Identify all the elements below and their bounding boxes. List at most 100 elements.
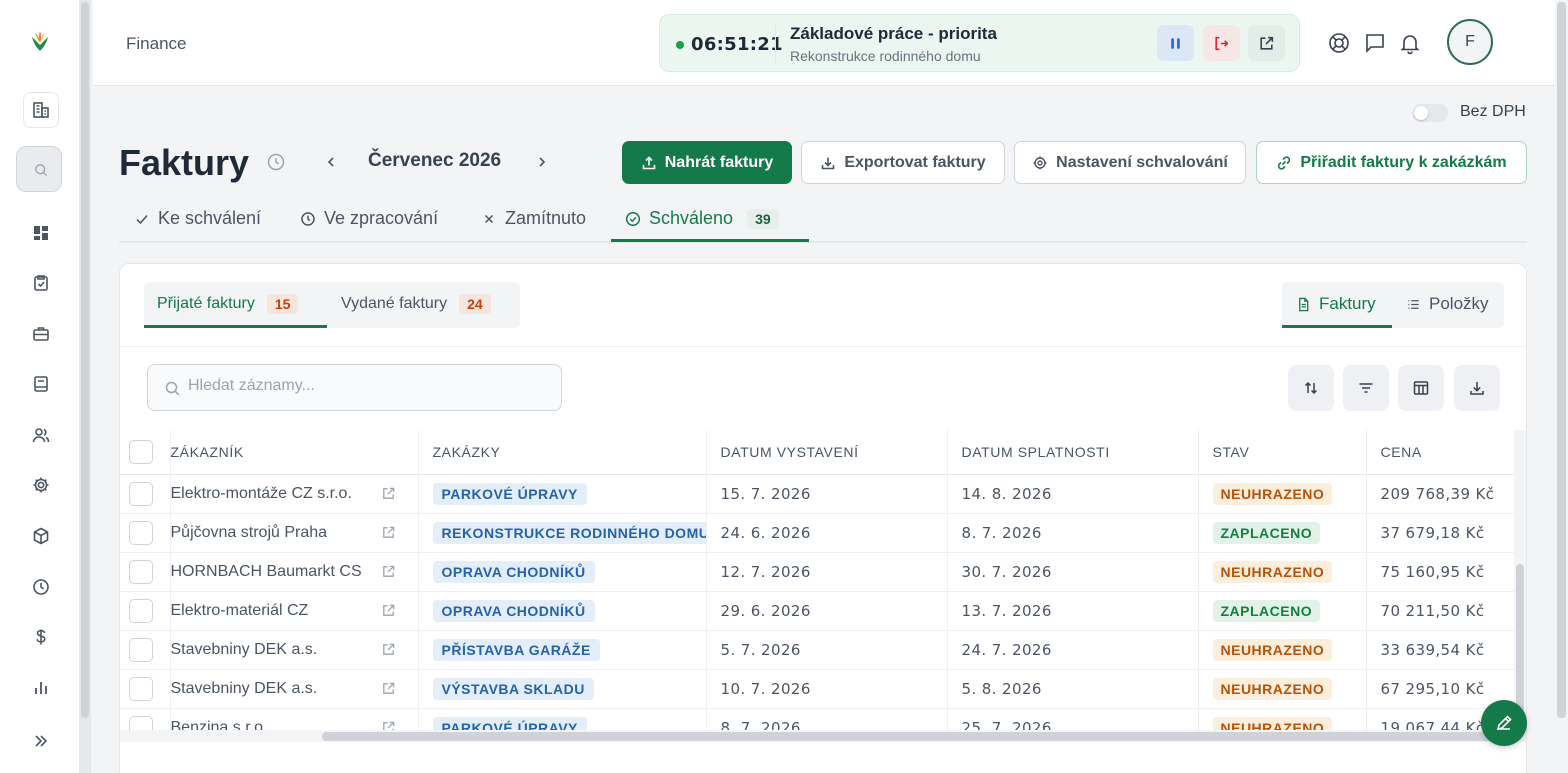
job-tag[interactable]: VÝSTAVBA SKLADU — [432, 677, 594, 700]
view-tabs: Faktury Položky — [1282, 282, 1504, 328]
job-tag[interactable]: OPRAVA CHODNÍKŮ — [432, 560, 595, 583]
table-vertical-scrollbar[interactable] — [1514, 430, 1526, 734]
prev-month-button[interactable] — [321, 152, 341, 172]
timer-open-button[interactable] — [1248, 25, 1285, 61]
subtab-label: Přijaté faktury — [157, 295, 255, 312]
tab-zamitnuto[interactable]: Zamítnuto — [481, 208, 586, 229]
sidebar-search-button[interactable] — [16, 146, 62, 192]
table-row[interactable]: Elektro-montáže CZ s.r.o. PARKOVÉ ÚPRAVY… — [120, 474, 1515, 514]
tab-received-invoices[interactable]: Přijaté faktury 15 — [157, 294, 299, 314]
export-invoices-button[interactable]: Exportovat faktury — [801, 141, 1005, 184]
customer-name[interactable]: Stavebniny DEK a.s. — [171, 641, 317, 659]
sidebar-item-reports[interactable] — [23, 670, 59, 706]
customer-name[interactable]: HORNBACH Baumarkt CS — [171, 563, 362, 581]
tab-view-invoices[interactable]: Faktury — [1296, 294, 1376, 314]
approval-settings-button[interactable]: Nastavení schvalování — [1014, 141, 1246, 184]
external-link-icon[interactable] — [381, 486, 396, 501]
sidebar-item-finance[interactable] — [23, 619, 59, 655]
column-header-price[interactable]: CENA — [1365, 430, 1515, 475]
sidebar-item-settings[interactable] — [23, 467, 59, 503]
price-cell: 37 679,18 Kč — [1365, 513, 1515, 553]
app-logo[interactable] — [26, 27, 54, 55]
price-cell: 75 160,95 Kč — [1365, 552, 1515, 592]
row-checkbox[interactable] — [129, 637, 153, 662]
assign-invoices-button[interactable]: Přiřadit faktury k zakázkám — [1256, 141, 1527, 184]
sidebar-item-tasks[interactable] — [23, 265, 59, 301]
edit-fab-button[interactable] — [1481, 700, 1527, 746]
columns-button[interactable] — [1398, 365, 1444, 411]
sidebar-item-warehouse[interactable] — [23, 518, 59, 554]
sidebar-item-people[interactable] — [23, 417, 59, 453]
company-switch-button[interactable] — [23, 92, 59, 128]
user-avatar[interactable]: F — [1447, 19, 1493, 65]
upload-icon — [642, 155, 656, 169]
select-all-checkbox[interactable] — [129, 439, 153, 464]
row-checkbox[interactable] — [129, 676, 153, 701]
tab-ke-schvaleni[interactable]: Ke schválení — [134, 208, 261, 229]
row-checkbox[interactable] — [129, 598, 153, 623]
search-input[interactable] — [188, 377, 548, 395]
download-table-button[interactable] — [1454, 365, 1500, 411]
running-timer: 06:51:21 Základové práce - priorita Reko… — [659, 14, 1300, 72]
table-row[interactable]: Stavebniny DEK a.s. VÝSTAVBA SKLADU 10. … — [120, 669, 1515, 709]
column-header-status[interactable]: STAV — [1197, 430, 1366, 475]
column-header-due[interactable]: DATUM SPLATNOSTI — [946, 430, 1198, 475]
page-title: Faktury — [119, 142, 250, 183]
external-link-icon[interactable] — [381, 525, 396, 540]
timer-stop-button[interactable] — [1203, 25, 1240, 61]
tab-view-items[interactable]: Položky — [1406, 294, 1489, 314]
table-row[interactable]: Půjčovna strojů Praha REKONSTRUKCE RODIN… — [120, 513, 1515, 553]
table-row[interactable]: Stavebniny DEK a.s. PŘÍSTAVBA GARÁŽE 5. … — [120, 630, 1515, 670]
bell-icon[interactable] — [1398, 31, 1422, 55]
column-header-customer[interactable]: ZÁKAZNÍK — [169, 430, 418, 475]
customer-name[interactable]: Elektro-materiál CZ — [171, 602, 308, 620]
job-tag[interactable]: OPRAVA CHODNÍKŮ — [432, 599, 595, 622]
vat-toggle[interactable] — [1412, 104, 1448, 122]
customer-cell: Stavebniny DEK a.s. — [169, 630, 418, 670]
job-tag[interactable]: REKONSTRUKCE RODINNÉHO DOMU — [432, 521, 706, 544]
column-header-issued[interactable]: DATUM VYSTAVENÍ — [705, 430, 947, 475]
history-icon[interactable] — [265, 151, 287, 173]
filter-icon — [1359, 383, 1373, 393]
timer-pause-button[interactable] — [1157, 25, 1194, 61]
external-link-icon[interactable] — [381, 564, 396, 579]
customer-name[interactable]: Elektro-montáže CZ s.r.o. — [171, 485, 352, 503]
help-icon[interactable] — [1327, 31, 1351, 55]
sidebar-expand-button[interactable] — [23, 723, 59, 759]
external-link-icon[interactable] — [381, 603, 396, 618]
tab-issued-invoices[interactable]: Vydané faktury 24 — [341, 294, 491, 314]
table-row[interactable]: Elektro-materiál CZ OPRAVA CHODNÍKŮ 29. … — [120, 591, 1515, 631]
sidebar-item-diary[interactable] — [23, 366, 59, 402]
sidebar-item-time[interactable] — [23, 569, 59, 605]
due-date: 5. 8. 2026 — [946, 669, 1198, 709]
page-scrollbar[interactable] — [1555, 0, 1568, 773]
table-horizontal-scrollbar[interactable] — [120, 730, 1526, 742]
row-select-cell — [120, 474, 170, 514]
external-link-icon[interactable] — [381, 642, 396, 657]
customer-name[interactable]: Stavebniny DEK a.s. — [171, 680, 317, 698]
pause-icon — [1171, 37, 1180, 49]
sidebar-scrollbar[interactable] — [79, 0, 91, 773]
next-month-button[interactable] — [532, 152, 552, 172]
sidebar-item-jobs[interactable] — [23, 316, 59, 352]
price-cell: 33 639,54 Kč — [1365, 630, 1515, 670]
upload-invoices-button[interactable]: Nahrát faktury — [622, 141, 792, 184]
tab-ve-zpracovani[interactable]: Ve zpracování — [300, 208, 438, 229]
customer-name[interactable]: Půjčovna strojů Praha — [171, 524, 327, 542]
sidebar-item-dashboard[interactable] — [23, 215, 59, 251]
job-tag[interactable]: PŘÍSTAVBA GARÁŽE — [432, 638, 600, 661]
row-checkbox[interactable] — [129, 520, 153, 545]
row-checkbox[interactable] — [129, 559, 153, 584]
table-row[interactable]: HORNBACH Baumarkt CS OPRAVA CHODNÍKŮ 12.… — [120, 552, 1515, 592]
row-checkbox[interactable] — [129, 481, 153, 506]
external-link-icon[interactable] — [381, 681, 396, 696]
column-header-jobs[interactable]: ZAKÁZKY — [417, 430, 706, 475]
chat-icon[interactable] — [1363, 31, 1387, 55]
tab-schvaleno[interactable]: Schváleno 39 — [625, 208, 779, 229]
breadcrumb[interactable]: Finance — [126, 34, 186, 54]
status-cell: NEUHRAZENO — [1197, 669, 1366, 709]
sort-button[interactable] — [1288, 365, 1334, 411]
current-month[interactable]: Červenec 2026 — [368, 150, 501, 172]
job-tag[interactable]: PARKOVÉ ÚPRAVY — [432, 482, 587, 505]
filter-button[interactable] — [1343, 365, 1389, 411]
